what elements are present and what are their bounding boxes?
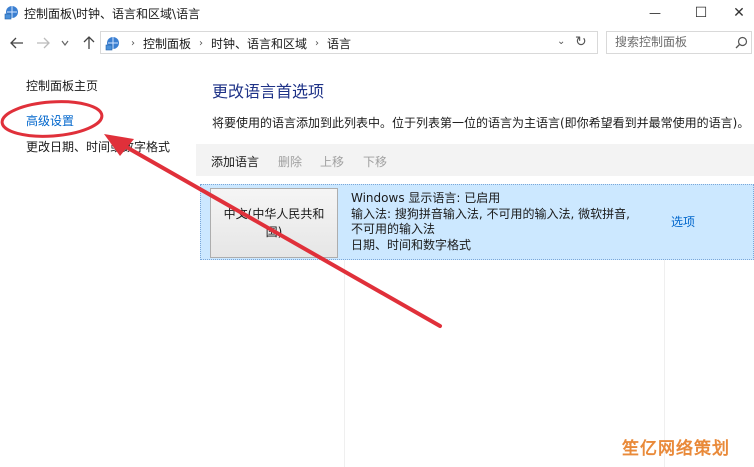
main-content: 更改语言首选项 将要使用的语言添加到此列表中。位于列表第一位的语言为主语言(即你… bbox=[196, 60, 754, 467]
language-options-link[interactable]: 选项 bbox=[671, 213, 695, 230]
remove-language-button[interactable]: 删除 bbox=[278, 153, 302, 170]
back-button[interactable] bbox=[8, 34, 26, 52]
arrow-left-icon bbox=[10, 37, 23, 49]
close-button[interactable]: ✕ bbox=[724, 0, 754, 26]
page-description: 将要使用的语言添加到此列表中。位于列表第一位的语言为主语言(即你希望看到并最常使… bbox=[212, 116, 750, 130]
minimize-button[interactable]: — bbox=[632, 0, 678, 26]
control-panel-icon bbox=[4, 6, 18, 20]
arrow-up-icon bbox=[83, 36, 95, 49]
title-bar: 控制面板\时钟、语言和区域\语言 — ☐ ✕ bbox=[0, 0, 754, 26]
add-language-button[interactable]: 添加语言 bbox=[211, 153, 259, 170]
chevron-right-icon[interactable]: › bbox=[199, 38, 203, 49]
watermark: 笙亿网络策划 bbox=[622, 439, 730, 459]
refresh-icon[interactable]: ↻ bbox=[575, 34, 587, 50]
input-methods-line-continued: 不可用的输入法 bbox=[351, 222, 436, 236]
language-list-item[interactable]: 中文(中华人民共和国) Windows 显示语言: 已启用 输入法: 搜狗拼音输… bbox=[200, 184, 754, 260]
breadcrumb-item-control-panel[interactable]: 控制面板 bbox=[143, 35, 191, 52]
search-icon[interactable] bbox=[735, 36, 748, 49]
maximize-icon: ☐ bbox=[694, 5, 708, 21]
display-language-status: Windows 显示语言: 已启用 bbox=[351, 191, 501, 205]
sidebar-item-advanced-settings[interactable]: 高级设置 bbox=[26, 112, 74, 129]
sidebar-item-control-panel-home[interactable]: 控制面板主页 bbox=[26, 77, 98, 94]
maximize-button[interactable]: ☐ bbox=[678, 0, 724, 26]
breadcrumb: › 控制面板 › 时钟、语言和区域 › 语言 bbox=[123, 35, 351, 52]
chevron-right-icon[interactable]: › bbox=[315, 38, 319, 49]
language-toolbar: 添加语言 删除 上移 下移 bbox=[196, 144, 754, 176]
chevron-down-icon bbox=[61, 40, 69, 46]
language-name-box[interactable]: 中文(中华人民共和国) bbox=[210, 188, 338, 258]
search-input[interactable] bbox=[615, 35, 733, 49]
control-panel-icon bbox=[105, 37, 119, 51]
address-dropdown-icon[interactable]: ⌄ bbox=[557, 36, 565, 47]
breadcrumb-item-language[interactable]: 语言 bbox=[327, 35, 351, 52]
language-details: Windows 显示语言: 已启用 输入法: 搜狗拼音输入法, 不可用的输入法,… bbox=[351, 191, 630, 253]
sidebar: 控制面板主页 高级设置 更改日期、时间或数字格式 bbox=[0, 60, 196, 467]
close-icon: ✕ bbox=[733, 5, 745, 21]
sidebar-item-change-date-time-format[interactable]: 更改日期、时间或数字格式 bbox=[26, 138, 170, 155]
breadcrumb-item-clock-language-region[interactable]: 时钟、语言和区域 bbox=[211, 35, 307, 52]
forward-button[interactable] bbox=[34, 34, 52, 52]
up-button[interactable] bbox=[80, 34, 98, 52]
column-divider bbox=[344, 260, 345, 467]
chevron-right-icon: › bbox=[131, 38, 135, 49]
arrow-right-icon bbox=[37, 37, 50, 49]
address-bar[interactable]: › 控制面板 › 时钟、语言和区域 › 语言 ⌄ ↻ bbox=[100, 31, 598, 54]
page-title: 更改语言首选项 bbox=[212, 82, 325, 101]
input-methods-line: 输入法: 搜狗拼音输入法, 不可用的输入法, 微软拼音, bbox=[351, 206, 630, 221]
move-up-button[interactable]: 上移 bbox=[320, 153, 344, 170]
minimize-icon: — bbox=[649, 6, 661, 20]
window-title: 控制面板\时钟、语言和区域\语言 bbox=[24, 7, 201, 21]
move-down-button[interactable]: 下移 bbox=[363, 153, 387, 170]
navigation-bar: › 控制面板 › 时钟、语言和区域 › 语言 ⌄ ↻ bbox=[0, 28, 754, 58]
date-time-format-line: 日期、时间和数字格式 bbox=[351, 237, 472, 252]
recent-locations-button[interactable] bbox=[58, 34, 72, 52]
search-box[interactable] bbox=[606, 31, 752, 54]
